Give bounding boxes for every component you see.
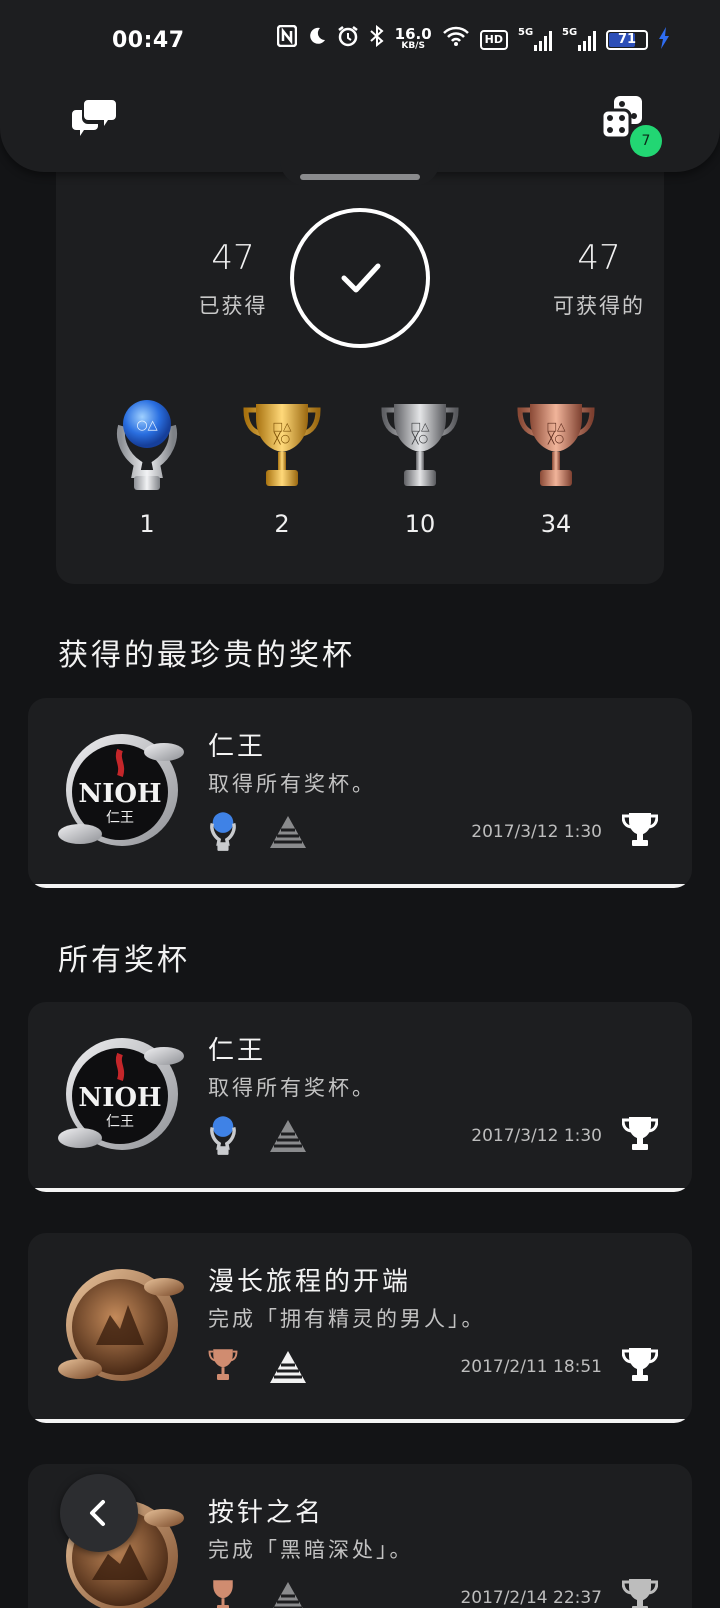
- nfc-icon: [276, 24, 297, 55]
- trophy-description: 取得所有奖杯。: [208, 1076, 376, 1100]
- nioh-game-icon: NIOH 仁王: [56, 1034, 186, 1164]
- chevron-left-icon: [90, 1500, 105, 1526]
- gold-trophy-icon: □△ ╳○: [243, 404, 321, 486]
- rarest-section-title: 获得的最珍贵的奖杯: [58, 638, 355, 673]
- earned-date: 2017/2/14 22:37: [460, 1588, 602, 1608]
- available-count: 47: [577, 238, 621, 278]
- drag-handle[interactable]: [300, 174, 420, 180]
- rarity-pyramid-icon: [268, 1349, 308, 1389]
- bronze-count: 34: [540, 510, 572, 538]
- status-icons: 16.0 KB/S HD 5G 5G 71: [276, 24, 670, 55]
- row-underline: [28, 1188, 692, 1192]
- trophy-cup-icon: [621, 1345, 659, 1387]
- signal-2-icon: 5G: [562, 27, 596, 51]
- trophy-row[interactable]: NIOH 仁王 仁王 取得所有奖杯。 2017/3/12 1:30: [28, 1002, 692, 1192]
- game-logo-subtext: 仁王: [106, 810, 134, 826]
- notification-badge: 7: [630, 125, 662, 157]
- signal-1-icon: 5G: [518, 27, 552, 51]
- platinum-grade-icon: [208, 1114, 238, 1162]
- silver-trophy-stat: □△ ╳○ 10: [375, 396, 465, 538]
- header-notch: [280, 160, 440, 186]
- earned-date: 2017/3/12 1:30: [471, 1126, 602, 1146]
- alarm-icon: [337, 25, 359, 55]
- net-speed-unit: KB/S: [401, 41, 425, 51]
- trophy-name: 仁王: [208, 732, 267, 762]
- battery-icon: 71: [606, 30, 648, 50]
- trophy-description: 取得所有奖杯。: [208, 772, 376, 796]
- charging-icon: [658, 26, 670, 54]
- rarest-trophy-row[interactable]: NIOH 仁王 仁王 取得所有奖杯。 2017/3/12 1:30: [28, 698, 692, 888]
- net-speed: 16.0 KB/S: [394, 25, 432, 52]
- silver-trophy-icon: □△ ╳○: [381, 404, 459, 486]
- trophy-art-icon: [56, 1265, 186, 1395]
- rarity-pyramid-icon: [268, 1580, 308, 1608]
- trophy-name: 仁王: [208, 1036, 267, 1066]
- back-button[interactable]: [60, 1474, 138, 1552]
- trophy-cup-icon: [621, 1576, 659, 1608]
- svg-text:╳○: ╳○: [547, 431, 564, 445]
- bronze-trophy-stat: □△ ╳○ 34: [511, 396, 601, 538]
- trophy-cup-icon: [621, 1114, 659, 1156]
- rarity-pyramid-icon: [268, 1118, 308, 1158]
- platinum-trophy-stat: ○△ 1: [102, 396, 192, 538]
- rarity-pyramid-icon: [268, 814, 308, 854]
- earned-date: 2017/2/11 18:51: [460, 1357, 602, 1377]
- moon-icon: [307, 26, 327, 54]
- platinum-count: 1: [139, 510, 155, 538]
- trophy-row[interactable]: 漫长旅程的开端 完成「拥有精灵的男人」。 2017/2/11 18:51: [28, 1233, 692, 1423]
- battery-level: 71: [617, 32, 637, 47]
- nioh-game-icon: NIOH 仁王: [56, 730, 186, 860]
- platinum-grade-icon: [208, 810, 238, 858]
- trophy-description: 完成「黑暗深处」。: [208, 1538, 414, 1562]
- svg-text:╳○: ╳○: [411, 431, 428, 445]
- silver-count: 10: [404, 510, 436, 538]
- signal-1-label: 5G: [518, 27, 534, 38]
- svg-text:○△: ○△: [136, 418, 157, 433]
- gold-trophy-stat: □△ ╳○ 2: [237, 396, 327, 538]
- trophy-description: 完成「拥有精灵的男人」。: [208, 1307, 486, 1331]
- all-trophies-section-title: 所有奖杯: [58, 943, 190, 978]
- wifi-icon: [442, 25, 470, 55]
- game-logo-text: NIOH: [78, 779, 161, 809]
- trophy-cup-icon: [621, 810, 659, 852]
- gold-count: 2: [274, 510, 290, 538]
- clock: 00:47: [112, 28, 185, 53]
- game-logo-subtext: 仁王: [106, 1114, 134, 1130]
- row-underline: [28, 884, 692, 888]
- signal-2-label: 5G: [562, 27, 578, 38]
- trophy-name: 漫长旅程的开端: [208, 1267, 412, 1297]
- available-stat: 47 可获得的: [514, 238, 684, 320]
- available-label: 可获得的: [553, 294, 645, 318]
- trophy-name: 按针之名: [208, 1498, 325, 1528]
- row-underline: [28, 1419, 692, 1423]
- hd-badge: HD: [479, 30, 508, 50]
- earned-date: 2017/3/12 1:30: [471, 822, 602, 842]
- bronze-trophy-icon: □△ ╳○: [517, 404, 595, 486]
- chat-bubbles-icon[interactable]: [72, 96, 118, 138]
- bronze-grade-icon: [208, 1576, 238, 1608]
- platinum-trophy-icon: ○△: [117, 400, 177, 490]
- top-header: 00:47 16.0 KB/S HD 5G 5G 71: [0, 0, 720, 172]
- net-speed-value: 16.0: [394, 25, 432, 43]
- bronze-grade-icon: [208, 1345, 238, 1389]
- svg-text:╳○: ╳○: [273, 431, 290, 445]
- trophy-summary-card: 47 已获得 47 可获得的 ○△ 1 □△ ╳○ 2 □△ ╳○ 10 □△ …: [56, 150, 664, 584]
- bluetooth-icon: [369, 24, 385, 55]
- game-logo-text: NIOH: [78, 1083, 161, 1113]
- completed-check-icon: [290, 208, 430, 348]
